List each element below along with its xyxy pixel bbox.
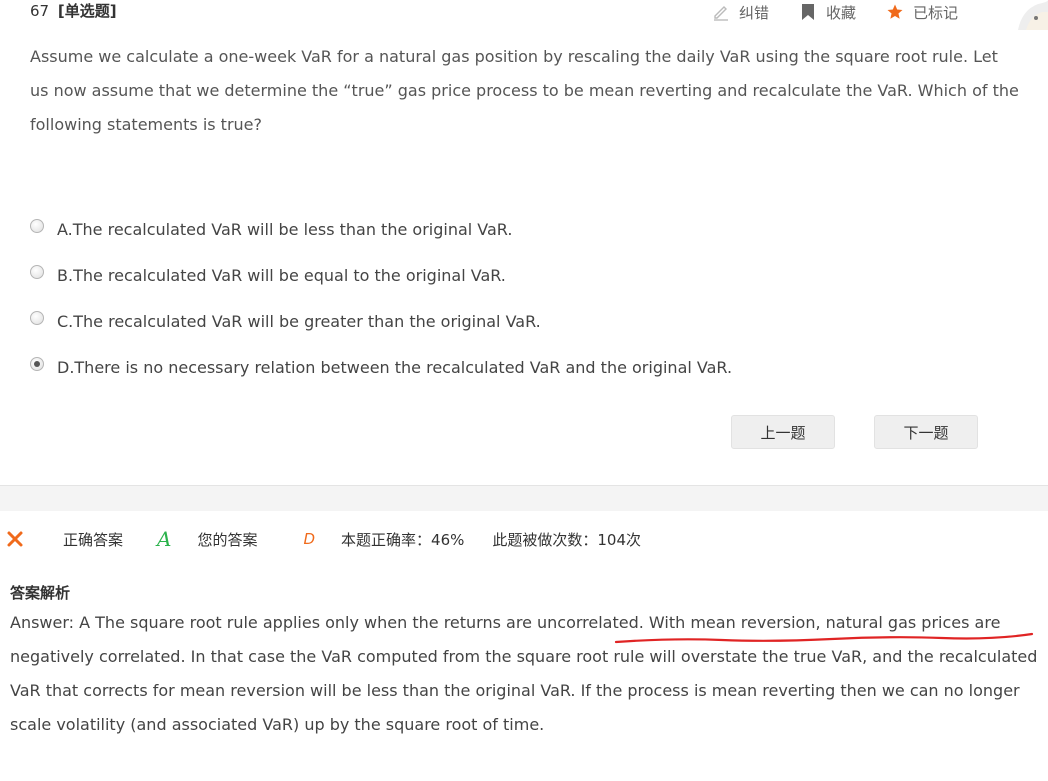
accuracy-rate: 本题正确率：46% bbox=[341, 530, 465, 549]
pencil-icon bbox=[712, 3, 730, 21]
question-page: 67 [单选题] 纠错 收藏 已标记 Assume we calculate a… bbox=[0, 0, 1048, 781]
option-b-label: B.The recalculated VaR will be equal to … bbox=[57, 265, 506, 285]
next-question-button[interactable]: 下一题 bbox=[874, 415, 978, 449]
question-stem: Assume we calculate a one-week VaR for a… bbox=[30, 47, 1019, 134]
analysis-text: Answer: A The square root rule applies o… bbox=[10, 613, 1038, 734]
option-b[interactable]: B.The recalculated VaR will be equal to … bbox=[30, 252, 732, 298]
option-a[interactable]: A.The recalculated VaR will be less than… bbox=[30, 206, 732, 252]
mascot-corner-icon bbox=[1008, 0, 1048, 30]
report-error-label: 纠错 bbox=[739, 3, 770, 22]
favorite-label: 收藏 bbox=[826, 3, 857, 22]
question-type: [单选题] bbox=[57, 2, 117, 20]
question-header: 67 [单选题] bbox=[30, 0, 117, 22]
answer-result-bar: 正确答案 A 您的答案 D 本题正确率：46% 此题被做次数：104次 bbox=[0, 510, 1048, 568]
option-d-radio[interactable] bbox=[30, 357, 44, 371]
option-d[interactable]: D.There is no necessary relation between… bbox=[30, 344, 732, 390]
your-answer-value: D bbox=[303, 530, 316, 548]
question-toolbar: 纠错 收藏 已标记 bbox=[712, 0, 958, 24]
option-a-label: A.The recalculated VaR will be less than… bbox=[57, 219, 513, 239]
option-a-radio[interactable] bbox=[30, 219, 44, 233]
option-c[interactable]: C.The recalculated VaR will be greater t… bbox=[30, 298, 732, 344]
star-icon bbox=[886, 3, 904, 21]
report-error-button[interactable]: 纠错 bbox=[712, 2, 769, 23]
section-divider bbox=[0, 485, 1048, 511]
favorite-button[interactable]: 收藏 bbox=[799, 2, 856, 23]
wrong-x-icon bbox=[6, 530, 24, 548]
bookmark-icon bbox=[799, 3, 817, 21]
option-b-radio[interactable] bbox=[30, 265, 44, 279]
previous-question-button[interactable]: 上一题 bbox=[731, 415, 835, 449]
mark-label: 已标记 bbox=[913, 3, 959, 22]
answer-options: A.The recalculated VaR will be less than… bbox=[30, 206, 732, 390]
question-number: 67 bbox=[30, 2, 50, 20]
correct-answer-value: A bbox=[157, 527, 172, 551]
option-c-label: C.The recalculated VaR will be greater t… bbox=[57, 311, 541, 331]
option-c-radio[interactable] bbox=[30, 311, 44, 325]
mark-button[interactable]: 已标记 bbox=[886, 2, 958, 23]
your-answer-label: 您的答案 bbox=[197, 530, 258, 549]
attempt-count: 此题被做次数：104次 bbox=[492, 530, 642, 549]
analysis-title: 答案解析 bbox=[10, 584, 71, 602]
correct-answer-label: 正确答案 bbox=[63, 530, 124, 549]
red-underline-annotation bbox=[614, 632, 1034, 644]
option-d-label: D.There is no necessary relation between… bbox=[57, 357, 733, 377]
